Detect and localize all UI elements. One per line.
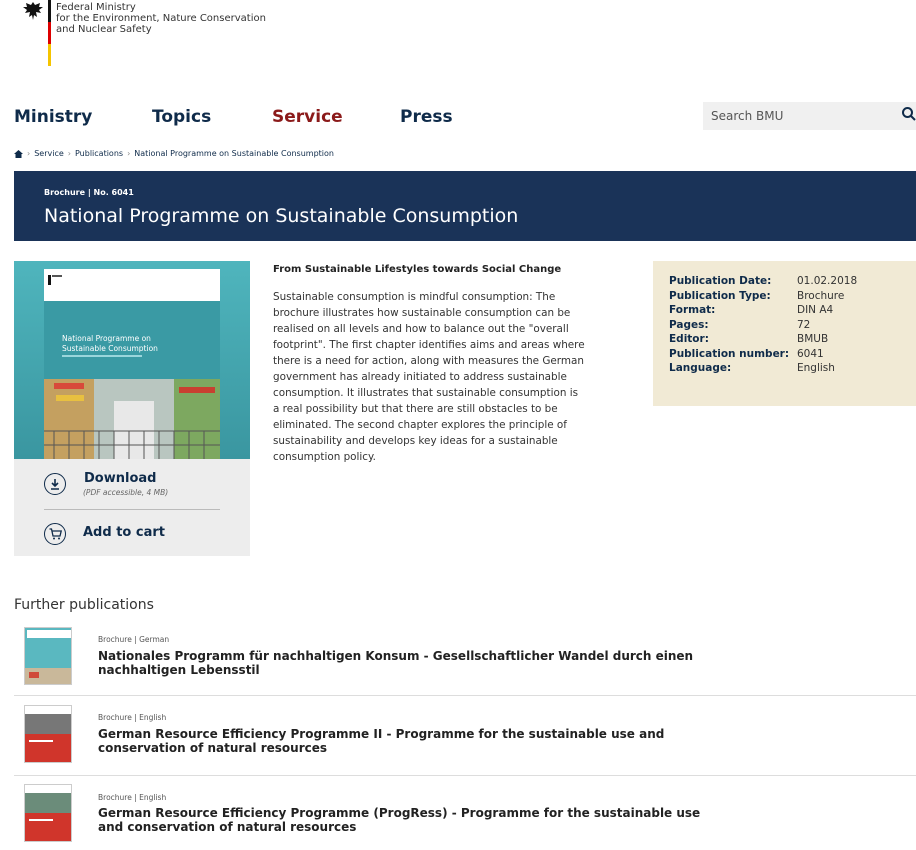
flag-bar bbox=[48, 0, 51, 66]
brochure-cover-image: National Programme on Sustainable Consum… bbox=[14, 261, 250, 459]
publication-meta: Brochure | No. 6041 bbox=[44, 188, 134, 197]
publication-thumbnail bbox=[24, 627, 72, 685]
page-banner: Brochure | No. 6041 National Programme o… bbox=[14, 171, 916, 241]
info-row: Publication Type: Brochure bbox=[669, 290, 857, 305]
description-line: Sustainable consumption is mindful consu… bbox=[273, 291, 556, 303]
breadcrumb-current: National Programme on Sustainable Consum… bbox=[134, 149, 334, 158]
info-row: Format: DIN A4 bbox=[669, 304, 857, 319]
publication-title-line: and conservation of natural resources bbox=[98, 819, 357, 834]
info-value: BMUB bbox=[797, 333, 829, 345]
further-publications-heading: Further publications bbox=[14, 597, 154, 613]
info-row: Publication Date: 01.02.2018 bbox=[669, 275, 857, 290]
info-row: Editor: BMUB bbox=[669, 333, 857, 348]
breadcrumb-service[interactable]: Service bbox=[34, 149, 64, 158]
description-line: consumption. It illustrates that sustain… bbox=[273, 387, 579, 399]
publication-actions: Download (PDF accessible, 4 MB) Add to c… bbox=[14, 459, 250, 556]
breadcrumb-separator: › bbox=[127, 149, 131, 158]
search-input[interactable] bbox=[711, 107, 881, 125]
ministry-name-line: and Nuclear Safety bbox=[56, 24, 152, 35]
info-key: Pages: bbox=[669, 318, 709, 331]
download-button[interactable]: Download bbox=[84, 471, 156, 486]
publication-meta: Brochure | English bbox=[98, 713, 167, 722]
breadcrumb: › Service › Publications › National Prog… bbox=[14, 149, 334, 158]
divider bbox=[14, 775, 916, 776]
info-key: Editor: bbox=[669, 333, 709, 345]
info-value: English bbox=[797, 362, 835, 374]
publication-title-line: Nationales Programm für nachhaltigen Kon… bbox=[98, 649, 694, 663]
description-line: consumption policy. bbox=[273, 451, 376, 463]
publication-info-box: Publication Date: 01.02.2018 Publication … bbox=[653, 261, 916, 406]
download-icon[interactable] bbox=[44, 473, 66, 495]
description-heading: From Sustainable Lifestyles towards Soci… bbox=[273, 264, 562, 275]
publication-title-line: German Resource Efficiency Programme (Pr… bbox=[98, 806, 701, 820]
divider bbox=[44, 509, 220, 510]
nav-item-press[interactable]: Press bbox=[400, 107, 453, 127]
breadcrumb-separator: › bbox=[67, 149, 71, 158]
publication-title[interactable]: German Resource Efficiency Programme II … bbox=[98, 727, 738, 755]
breadcrumb-publications[interactable]: Publications bbox=[75, 149, 123, 158]
info-key: Publication Type: bbox=[669, 289, 771, 302]
description-line: there is a need for action, along with m… bbox=[273, 355, 584, 367]
description-line: eliminated. The second chapter explores … bbox=[273, 419, 567, 431]
publication-thumbnail bbox=[24, 705, 72, 763]
page-title: National Programme on Sustainable Consum… bbox=[44, 205, 519, 227]
ministry-name-line: for the Environment, Nature Conservation bbox=[56, 13, 266, 24]
description-line: sustainability and develops key ideas fo… bbox=[273, 435, 558, 447]
publication-meta: Brochure | German bbox=[98, 635, 170, 644]
cover-title-line: National Programme on bbox=[62, 334, 151, 343]
description-line: footprint". The first chapter identifies… bbox=[273, 339, 585, 351]
ministry-name: Federal Ministry for the Environment, Na… bbox=[56, 2, 266, 35]
info-value: Brochure bbox=[797, 289, 845, 302]
publication-info-table: Publication Date: 01.02.2018 Publication … bbox=[669, 275, 857, 377]
cover-artwork: National Programme on Sustainable Consum… bbox=[14, 261, 250, 459]
breadcrumb-separator: › bbox=[27, 149, 31, 158]
ministry-name-line: Federal Ministry bbox=[56, 2, 136, 13]
info-value: DIN A4 bbox=[797, 304, 834, 316]
publication-title[interactable]: German Resource Efficiency Programme (Pr… bbox=[98, 806, 738, 834]
info-row: Pages: 72 bbox=[669, 319, 857, 334]
description-body: Sustainable consumption is mindful consu… bbox=[273, 289, 633, 465]
publication-list-item[interactable]: Brochure | English German Resource Effic… bbox=[14, 703, 916, 776]
description-line: brochure illustrates how sustainable con… bbox=[273, 307, 571, 319]
cart-icon[interactable] bbox=[44, 523, 66, 545]
divider bbox=[14, 695, 916, 696]
add-to-cart-button[interactable]: Add to cart bbox=[83, 525, 165, 540]
eagle-logo-icon bbox=[23, 2, 43, 20]
info-value: 6041 bbox=[797, 347, 824, 360]
info-row: Language: English bbox=[669, 362, 857, 377]
publication-title-line: nachhaltigen Lebensstil bbox=[98, 662, 260, 677]
publication-list-item[interactable]: Brochure | English German Resource Effic… bbox=[14, 782, 916, 850]
publication-title-line: conservation of natural resources bbox=[98, 740, 328, 755]
nav-item-topics[interactable]: Topics bbox=[152, 107, 211, 127]
info-value: 01.02.2018 bbox=[797, 275, 858, 287]
download-file-info: (PDF accessible, 4 MB) bbox=[83, 488, 169, 497]
home-icon[interactable] bbox=[14, 149, 23, 158]
publication-title[interactable]: Nationales Programm für nachhaltigen Kon… bbox=[98, 649, 738, 677]
publication-list-item[interactable]: Brochure | German Nationales Programm fü… bbox=[14, 625, 916, 696]
info-key: Language: bbox=[669, 362, 732, 374]
nav-item-ministry[interactable]: Ministry bbox=[14, 107, 92, 127]
description-line: realised on all levels and how to balanc… bbox=[273, 323, 569, 335]
search-icon[interactable] bbox=[901, 106, 916, 122]
info-key: Format: bbox=[669, 304, 716, 316]
info-row: Publication number: 6041 bbox=[669, 348, 857, 363]
info-value: 72 bbox=[797, 318, 811, 331]
description-line: government has already initiated to addr… bbox=[273, 371, 567, 383]
cover-title-line: Sustainable Consumption bbox=[62, 344, 158, 353]
publication-title-line: German Resource Efficiency Programme II … bbox=[98, 727, 665, 741]
ministry-logo[interactable]: Federal Ministry for the Environment, Na… bbox=[22, 0, 282, 70]
publication-meta: Brochure | English bbox=[98, 793, 167, 802]
info-key: Publication Date: bbox=[669, 275, 772, 287]
publication-thumbnail bbox=[24, 784, 72, 842]
search-box bbox=[703, 102, 916, 130]
info-key: Publication number: bbox=[669, 347, 790, 360]
nav-item-service[interactable]: Service bbox=[272, 107, 343, 127]
description-line: a real possibility but that there are st… bbox=[273, 403, 558, 415]
